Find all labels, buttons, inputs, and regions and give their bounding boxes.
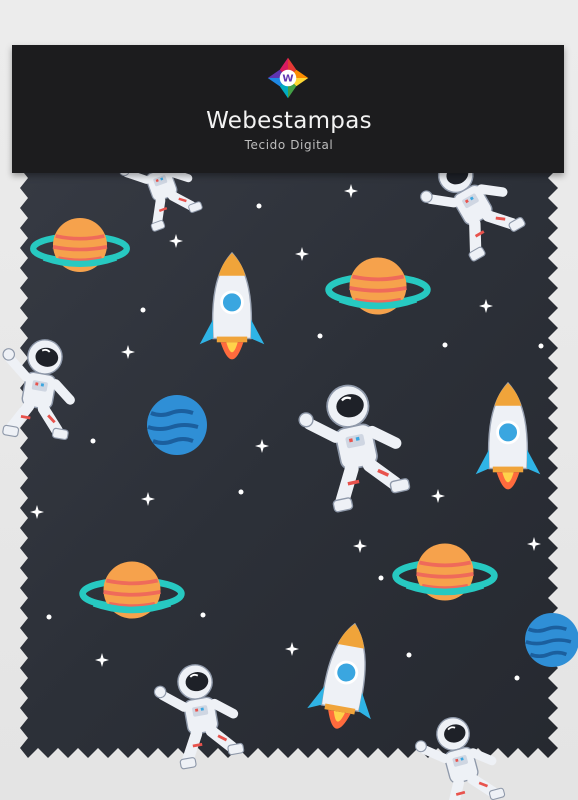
blue-planet-motif [145,393,209,457]
blue-planet-motif-edge [523,611,578,669]
logo-letter: W [282,74,293,85]
brand-name: Webestampas [206,108,372,134]
product-photo: W Webestampas Tecido Digital [0,0,578,800]
webestampas-logo-icon: W [267,57,309,99]
brand-tagline: Tecido Digital [244,138,334,152]
